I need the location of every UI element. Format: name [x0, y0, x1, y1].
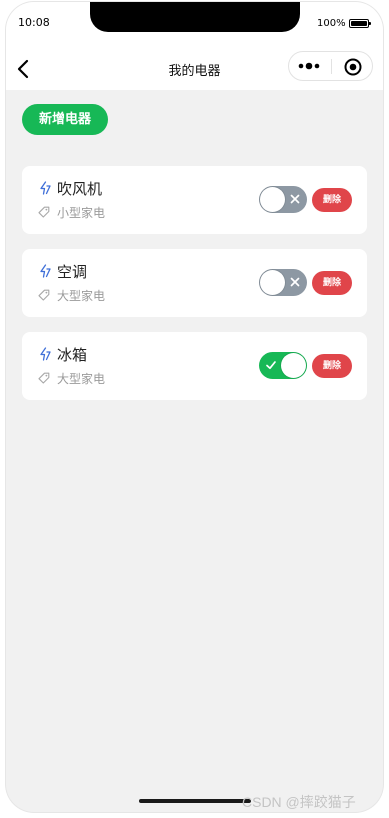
appliance-name: 冰箱 [57, 346, 88, 364]
close-icon [290, 277, 300, 287]
tag-icon [38, 206, 50, 218]
status-bar: 10:08 100% [6, 2, 383, 46]
more-button[interactable] [295, 58, 325, 74]
lightning-bolt-icon [40, 347, 51, 361]
appliance-card: 空调大型家电 删除 [22, 249, 367, 317]
delete-button[interactable]: 删除 [312, 271, 352, 295]
appliance-type: 小型家电 [57, 206, 106, 220]
switch-knob [260, 270, 285, 295]
phone-screen: 10:08 100% 我的电器 新增电器 吹风机 小型家电 删除 空调 大型家电… [6, 2, 383, 812]
appliance-card: 冰箱大型家电 删除 [22, 332, 367, 400]
delete-button[interactable]: 删除 [312, 354, 352, 378]
delete-button[interactable]: 删除 [312, 188, 352, 212]
power-switch[interactable] [259, 269, 307, 296]
notch [90, 2, 300, 32]
tag-icon [38, 372, 50, 384]
mini-program-capsule [288, 51, 373, 81]
capsule-divider [331, 59, 332, 74]
close-mini-program-button[interactable] [343, 57, 363, 77]
appliance-name: 吹风机 [57, 180, 103, 198]
tag-icon [38, 289, 50, 301]
lightning-bolt-icon [40, 264, 51, 278]
check-icon [266, 361, 276, 370]
more-dots-icon [298, 62, 320, 70]
switch-knob [260, 187, 285, 212]
switch-knob [281, 353, 306, 378]
target-circle-icon [344, 58, 362, 76]
home-indicator [139, 799, 251, 803]
power-switch[interactable] [259, 352, 307, 379]
appliance-type: 大型家电 [57, 372, 106, 386]
lightning-bolt-icon [40, 181, 51, 195]
status-time: 10:08 [18, 16, 50, 29]
appliance-name: 空调 [57, 263, 88, 281]
battery-icon [349, 19, 371, 28]
appliance-type: 大型家电 [57, 289, 106, 303]
battery-percent: 100% [317, 18, 346, 29]
power-switch[interactable] [259, 186, 307, 213]
appliance-card: 吹风机小型家电 删除 [22, 166, 367, 234]
close-icon [290, 194, 300, 204]
watermark: CSDN @摔跤猫子 [242, 794, 356, 810]
add-appliance-button[interactable]: 新增电器 [22, 104, 108, 135]
navigation-bar: 我的电器 [6, 46, 383, 90]
